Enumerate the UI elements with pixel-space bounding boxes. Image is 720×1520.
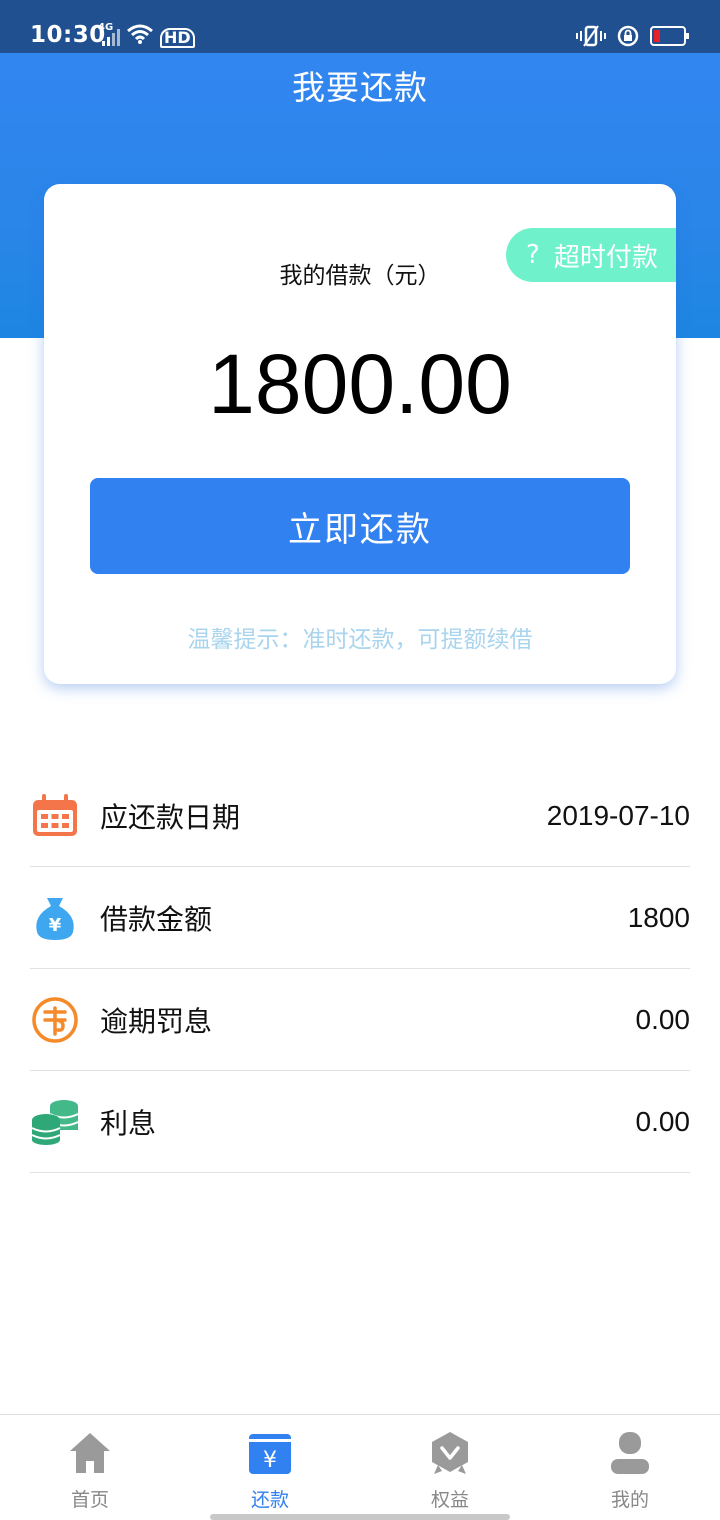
info-row-due-date: 应还款日期 2019-07-10 [30, 765, 690, 867]
info-value: 0.00 [635, 1003, 691, 1035]
tab-benefits[interactable]: 权益 [360, 1415, 540, 1520]
battery-icon [650, 25, 690, 51]
tab-label: 首页 [70, 1489, 109, 1511]
network-type: 4G [98, 22, 114, 33]
rotation-lock-icon [616, 24, 640, 52]
home-icon [68, 1431, 112, 1475]
loan-amount: 1800.00 [208, 337, 512, 431]
status-left-icons: 4G HD [98, 22, 195, 48]
info-label: 应还款日期 [100, 800, 241, 834]
repay-icon: ¥ [248, 1431, 292, 1475]
info-row-penalty: 逾期罚息 0.00 [30, 969, 690, 1071]
profile-icon [608, 1431, 652, 1475]
info-label: 利息 [100, 1106, 157, 1140]
tip-text: 温馨提示：准时还款，可提额续借 [187, 627, 533, 653]
info-value: 1800 [627, 901, 690, 933]
info-value: 0.00 [635, 1105, 691, 1137]
penalty-icon [30, 995, 80, 1045]
benefits-icon [428, 1431, 472, 1475]
calendar-icon [30, 791, 80, 841]
tab-label: 还款 [250, 1489, 289, 1511]
loan-card: ? 超时付款 我的借款（元） 1800.00 立即还款 温馨提示：准时还款，可提… [44, 184, 676, 684]
status-right-icons [576, 24, 690, 52]
vibrate-icon [576, 24, 606, 52]
tab-repay[interactable]: ¥ 还款 [180, 1415, 360, 1520]
hd-icon: HD [160, 28, 195, 48]
home-indicator [210, 1514, 510, 1520]
money-bag-icon: ¥ [30, 893, 80, 943]
svg-text:¥: ¥ [49, 915, 62, 936]
status-time: 10:30 [30, 22, 106, 48]
signal-icon: 4G [98, 22, 120, 48]
tab-label: 我的 [610, 1489, 649, 1511]
bottom-tab-bar: 首页 ¥ 还款 权益 我的 [0, 1414, 720, 1520]
loan-info-list: 应还款日期 2019-07-10 ¥ 借款金额 1800 逾期罚息 0.00 利… [30, 765, 690, 1173]
tab-home[interactable]: 首页 [0, 1415, 180, 1520]
wifi-icon [126, 24, 154, 48]
info-label: 借款金额 [100, 902, 213, 936]
repay-now-button[interactable]: 立即还款 [90, 478, 630, 574]
info-value: 2019-07-10 [546, 799, 690, 831]
info-row-interest: 利息 0.00 [30, 1071, 690, 1173]
page-title: 我要还款 [292, 68, 428, 107]
info-label: 逾期罚息 [100, 1004, 213, 1038]
tab-profile[interactable]: 我的 [540, 1415, 720, 1520]
tab-label: 权益 [430, 1489, 469, 1511]
coins-icon [30, 1097, 80, 1147]
status-bar: 10:30 4G HD [0, 0, 720, 53]
loan-label: 我的借款（元） [279, 263, 441, 289]
info-row-loan-amount: ¥ 借款金额 1800 [30, 867, 690, 969]
svg-text:¥: ¥ [263, 1448, 277, 1473]
